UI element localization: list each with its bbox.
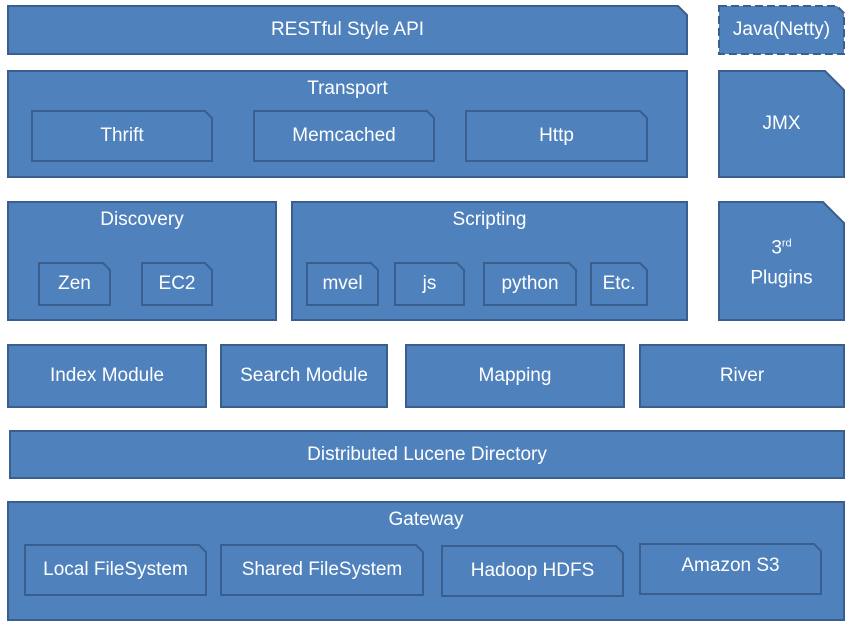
gateway-item-label: Hadoop HDFS <box>470 560 595 581</box>
scripting-item-label: python <box>501 273 559 294</box>
gateway-title: Gateway <box>388 509 464 530</box>
scripting-item-python: python <box>483 262 577 306</box>
gateway-item-hadoop-hdfs: Hadoop HDFS <box>441 545 624 597</box>
module-label: Index Module <box>49 365 165 386</box>
gateway-item-label: Amazon S3 <box>681 555 780 576</box>
gateway-item-label: Local FileSystem <box>43 559 188 580</box>
discovery-item-label: Zen <box>58 273 91 294</box>
transport-title: Transport <box>307 78 388 99</box>
jmx-label: JMX <box>762 113 801 134</box>
discovery-item-label: EC2 <box>158 273 196 294</box>
scripting-item-js: js <box>394 262 465 306</box>
lucene-directory-label: Distributed Lucene Directory <box>307 443 547 465</box>
gateway-item-label: Shared FileSystem <box>241 559 403 580</box>
plugins-label-base: 3 <box>771 237 782 259</box>
plugins-label-sup: rd <box>781 237 792 250</box>
transport-item-label: Thrift <box>100 125 144 146</box>
gateway-item-local-fs: Local FileSystem <box>24 544 207 596</box>
scripting-item-label: js <box>422 273 437 294</box>
plugins-label: 3rd Plugins <box>718 228 845 293</box>
river-box: River <box>639 344 845 408</box>
plugins-box: 3rd Plugins <box>718 201 845 321</box>
jmx-box: JMX <box>718 70 845 178</box>
module-label: Mapping <box>478 365 552 386</box>
discovery-item-ec2: EC2 <box>141 262 213 306</box>
transport-item-http: Http <box>465 110 648 162</box>
mapping-box: Mapping <box>405 344 625 408</box>
discovery-item-zen: Zen <box>38 262 111 306</box>
discovery-title: Discovery <box>100 209 184 230</box>
gateway-item-shared-fs: Shared FileSystem <box>220 544 424 596</box>
transport-item-label: Http <box>539 125 574 146</box>
java-netty-box: Java(Netty) <box>718 5 845 55</box>
scripting-item-etc: Etc. <box>590 262 648 306</box>
java-netty-label: Java(Netty) <box>732 19 831 40</box>
scripting-item-label: Etc. <box>602 273 636 294</box>
transport-item-memcached: Memcached <box>253 110 435 162</box>
scripting-item-label: mvel <box>322 273 363 294</box>
restful-api-label: RESTful Style API <box>270 19 425 40</box>
transport-item-thrift: Thrift <box>31 110 213 162</box>
plugins-label-line2: Plugins <box>750 267 813 289</box>
transport-item-label: Memcached <box>292 125 396 146</box>
index-module-box: Index Module <box>7 344 207 408</box>
scripting-item-mvel: mvel <box>306 262 379 306</box>
lucene-directory-layer: Distributed Lucene Directory <box>9 430 845 479</box>
restful-api-layer: RESTful Style API <box>7 5 688 55</box>
module-label: Search Module <box>240 365 368 386</box>
module-label: River <box>719 365 765 386</box>
search-module-box: Search Module <box>220 344 388 408</box>
gateway-item-amazon-s3: Amazon S3 <box>639 543 822 595</box>
scripting-title: Scripting <box>452 209 527 230</box>
